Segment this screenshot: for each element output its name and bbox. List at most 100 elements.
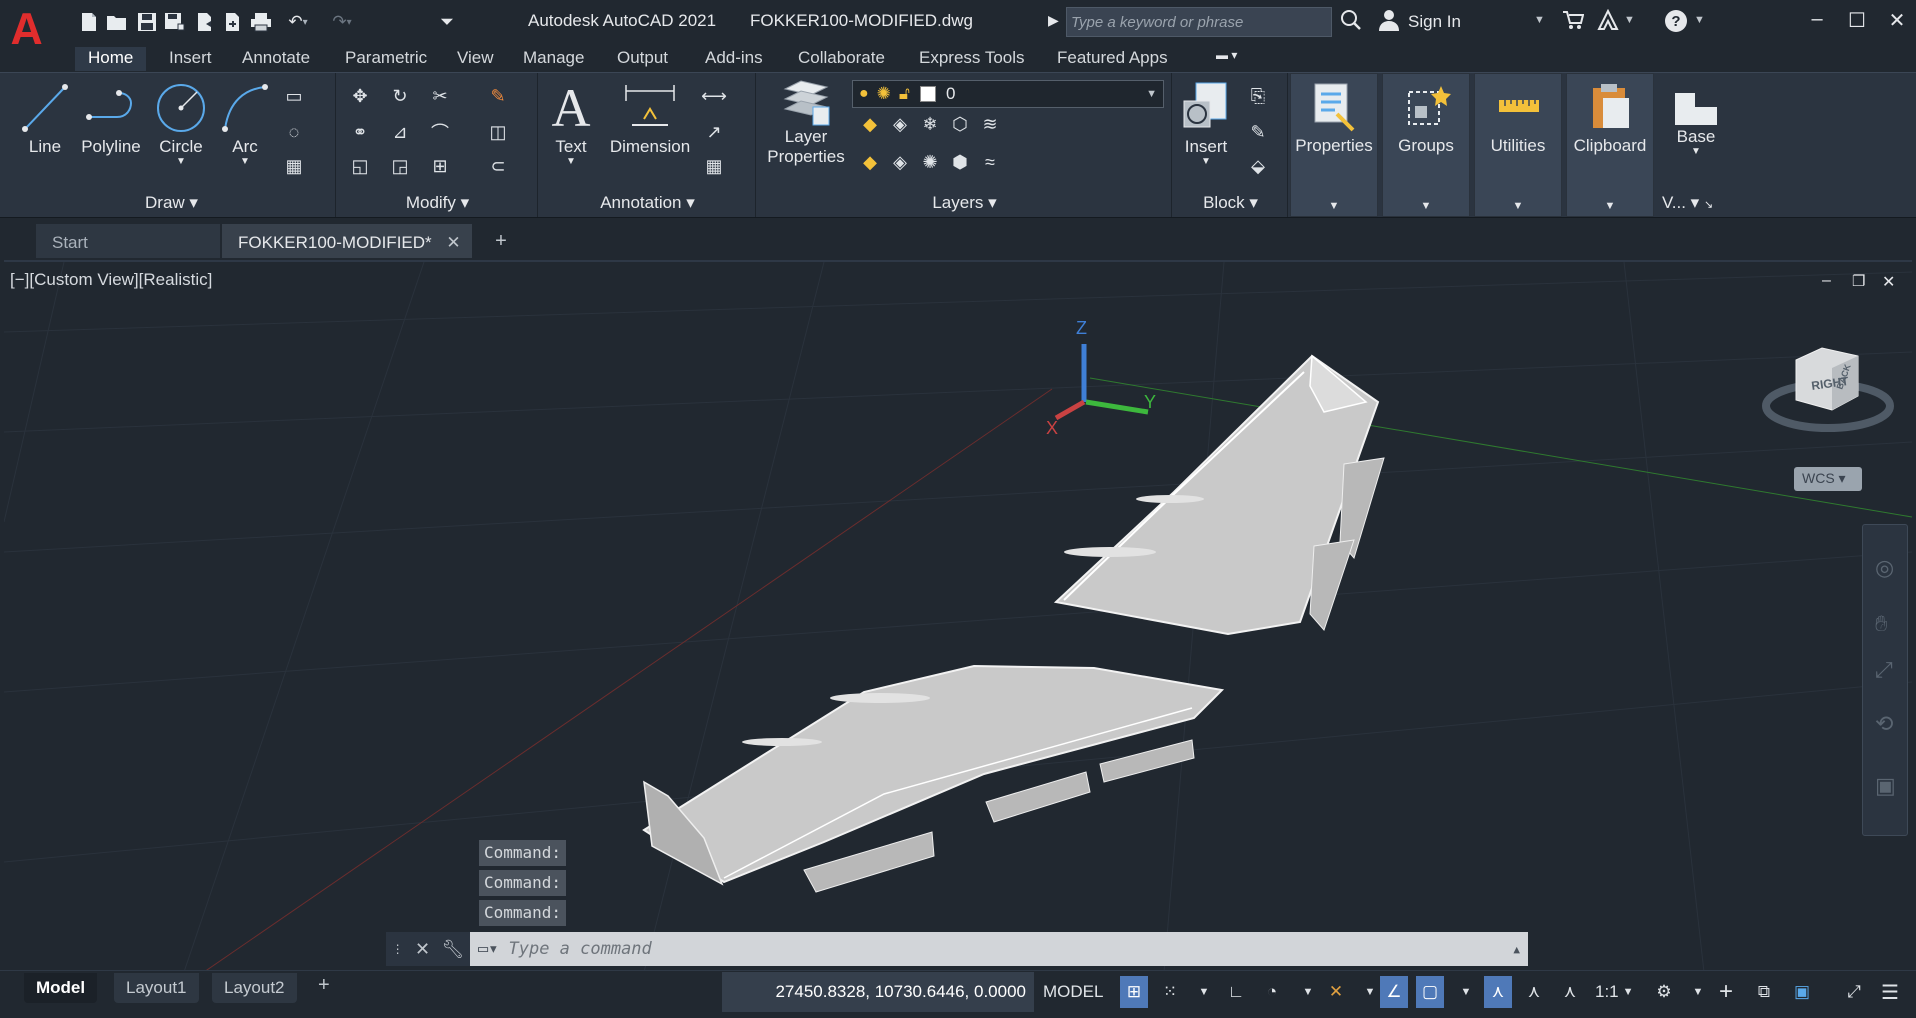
workspace-dropdown-icon[interactable]: ▼	[1684, 976, 1712, 1008]
tab-parametric[interactable]: Parametric	[332, 47, 440, 71]
undo-icon[interactable]: ↶ ▾	[278, 10, 318, 34]
object-snap-tracking-icon[interactable]: ∠	[1380, 976, 1408, 1008]
insert-button[interactable]: Insert ▼	[1176, 79, 1236, 167]
properties-dropdown-icon[interactable]: ▼	[1291, 200, 1377, 212]
modify-panel-label[interactable]: Modify ▾	[338, 193, 537, 213]
layer-dropdown[interactable]: ● ✺ 🔓︎ 0 ▼	[852, 80, 1164, 108]
linear-dimension-icon[interactable]: ⟷	[700, 83, 728, 109]
groups-dropdown-icon[interactable]: ▼	[1383, 200, 1469, 212]
command-customize-icon[interactable]: 🔧︎	[441, 939, 464, 960]
layer-unlock-icon[interactable]: ⬢	[946, 149, 974, 175]
showmotion-icon[interactable]: ▣	[1875, 773, 1896, 799]
wcs-menu[interactable]: WCS ▾	[1794, 467, 1862, 491]
layer-on-icon[interactable]: ◆	[856, 149, 884, 175]
start-tab-label[interactable]: Start	[36, 224, 104, 258]
pan-icon[interactable]: ✋︎	[1875, 611, 1888, 637]
arc-dropdown-icon[interactable]: ▼	[216, 157, 274, 167]
copy-icon[interactable]: ⚭	[346, 119, 374, 145]
edit-attributes-icon[interactable]: ⬙	[1244, 153, 1272, 179]
layer-match-icon[interactable]: ≋	[976, 111, 1004, 137]
command-prompt-icon[interactable]: ▭▾	[478, 939, 498, 959]
close-icon[interactable]: ✕	[1880, 8, 1914, 34]
trim-icon[interactable]: ✂	[426, 83, 454, 109]
edit-block-icon[interactable]: ✎	[1244, 119, 1272, 145]
save-web-icon[interactable]	[220, 10, 246, 34]
create-block-icon[interactable]: ⎘	[1244, 83, 1272, 109]
steering-wheel-icon[interactable]: ◎	[1875, 555, 1894, 581]
polar-icon[interactable]: ◔	[1258, 976, 1286, 1008]
tab-collaborate[interactable]: Collaborate	[785, 47, 898, 71]
layer-unisolate-icon[interactable]: ◈	[886, 149, 914, 175]
redo-icon[interactable]: ↷ ▾	[322, 10, 362, 34]
insert-dropdown-icon[interactable]: ▼	[1176, 157, 1236, 167]
tab-home[interactable]: Home	[75, 47, 147, 71]
save-icon[interactable]	[134, 10, 160, 34]
search-icon[interactable]	[1340, 9, 1362, 34]
base-view-button[interactable]: Base ▼	[1658, 87, 1734, 157]
grid-icon[interactable]: ⊞	[1120, 976, 1148, 1008]
cart-icon[interactable]	[1562, 10, 1585, 33]
command-line-grip-icon[interactable]: ⋮	[392, 942, 404, 956]
drawing-viewport[interactable]: Z Y X	[4, 260, 1912, 970]
arc-button[interactable]: Arc ▼	[216, 79, 274, 167]
text-dropdown-icon[interactable]: ▼	[544, 157, 598, 167]
mirror-icon[interactable]: ⊿	[386, 119, 414, 145]
model-tab[interactable]: Model	[24, 973, 98, 1003]
table-icon[interactable]: ▦	[700, 153, 728, 179]
viewport-close-icon[interactable]: ✕	[1882, 272, 1895, 292]
new-tab-icon[interactable]: +	[488, 230, 514, 254]
view-panel-label[interactable]: V... ▾ ↘	[1662, 193, 1713, 213]
tab-express-tools[interactable]: Express Tools	[906, 47, 1038, 71]
snap-dropdown-icon[interactable]: ▼	[1190, 976, 1218, 1008]
model-space-toggle[interactable]: MODEL	[1040, 976, 1106, 1008]
plot-icon[interactable]	[248, 10, 274, 34]
workspace-gear-icon[interactable]: ⚙	[1650, 976, 1678, 1008]
tab-featured-apps[interactable]: Featured Apps	[1044, 47, 1181, 71]
erase-icon[interactable]: ✎	[484, 83, 512, 109]
ribbon-minimize-icon[interactable]: ▬ ▾	[1216, 48, 1250, 66]
isodraft-icon[interactable]: ✕	[1322, 976, 1350, 1008]
annotation-visibility-icon[interactable]: ⋏	[1484, 976, 1512, 1008]
sign-in-dropdown-icon[interactable]: ▼	[1534, 14, 1545, 26]
text-button[interactable]: A Text ▼	[544, 79, 598, 167]
object-snap-icon[interactable]: ▢	[1416, 976, 1444, 1008]
clipboard-dropdown-icon[interactable]: ▼	[1567, 200, 1653, 212]
line-button[interactable]: Line	[16, 79, 74, 157]
offset-icon[interactable]: ⊂	[484, 153, 512, 179]
autodesk-app-icon[interactable]	[1596, 8, 1620, 34]
viewport-restore-icon[interactable]: ❐	[1852, 272, 1865, 290]
search-input[interactable]: Type a keyword or phrase	[1066, 7, 1332, 37]
layout2-tab[interactable]: Layout2	[212, 973, 297, 1003]
layer-walk-icon[interactable]: ≈	[976, 149, 1004, 175]
saveas-icon[interactable]	[162, 10, 188, 34]
document-tab-active[interactable]: FOKKER100-MODIFIED* ✕	[222, 224, 472, 258]
draw-panel-label[interactable]: Draw ▾	[8, 193, 335, 213]
layers-panel-label[interactable]: Layers ▾	[758, 193, 1171, 213]
layer-properties-button[interactable]: Layer Properties	[764, 79, 848, 167]
layout1-tab[interactable]: Layout1	[114, 973, 199, 1003]
command-close-icon[interactable]: ✕	[415, 939, 430, 960]
stretch-icon[interactable]: ◱	[346, 153, 374, 179]
isolate-objects-icon[interactable]: ⧉	[1750, 976, 1778, 1008]
tab-manage[interactable]: Manage	[510, 47, 597, 71]
new-icon[interactable]	[76, 10, 102, 34]
layer-isolate-icon[interactable]: ◈	[886, 111, 914, 137]
explode-icon[interactable]: ◫	[484, 119, 512, 145]
auto-scale-icon[interactable]: ⋏	[1520, 976, 1548, 1008]
command-history-toggle-icon[interactable]: ▲	[1513, 943, 1520, 956]
viewcube[interactable]: RIGHT BACK	[1762, 338, 1894, 442]
tab-view[interactable]: View	[444, 47, 507, 71]
circle-button[interactable]: Circle ▼	[150, 79, 212, 167]
ellipse-icon[interactable]: ◌	[280, 119, 308, 145]
tab-output[interactable]: Output	[604, 47, 681, 71]
layer-freeze-icon[interactable]: ❄	[916, 111, 944, 137]
rotate-icon[interactable]: ↻	[386, 83, 414, 109]
maximize-icon[interactable]: ☐	[1840, 8, 1874, 34]
add-layout-icon[interactable]: +	[318, 974, 330, 997]
clipboard-panel[interactable]: Clipboard ▼	[1566, 73, 1654, 217]
block-panel-label[interactable]: Block ▾	[1174, 193, 1287, 213]
annotation-scale-value[interactable]: 1:1 ▼	[1592, 976, 1637, 1008]
object-snap-dropdown-icon[interactable]: ▼	[1452, 976, 1480, 1008]
viewport-controls-label[interactable]: [−][Custom View][Realistic]	[10, 270, 212, 290]
layer-lock-icon[interactable]: ⬡	[946, 111, 974, 137]
